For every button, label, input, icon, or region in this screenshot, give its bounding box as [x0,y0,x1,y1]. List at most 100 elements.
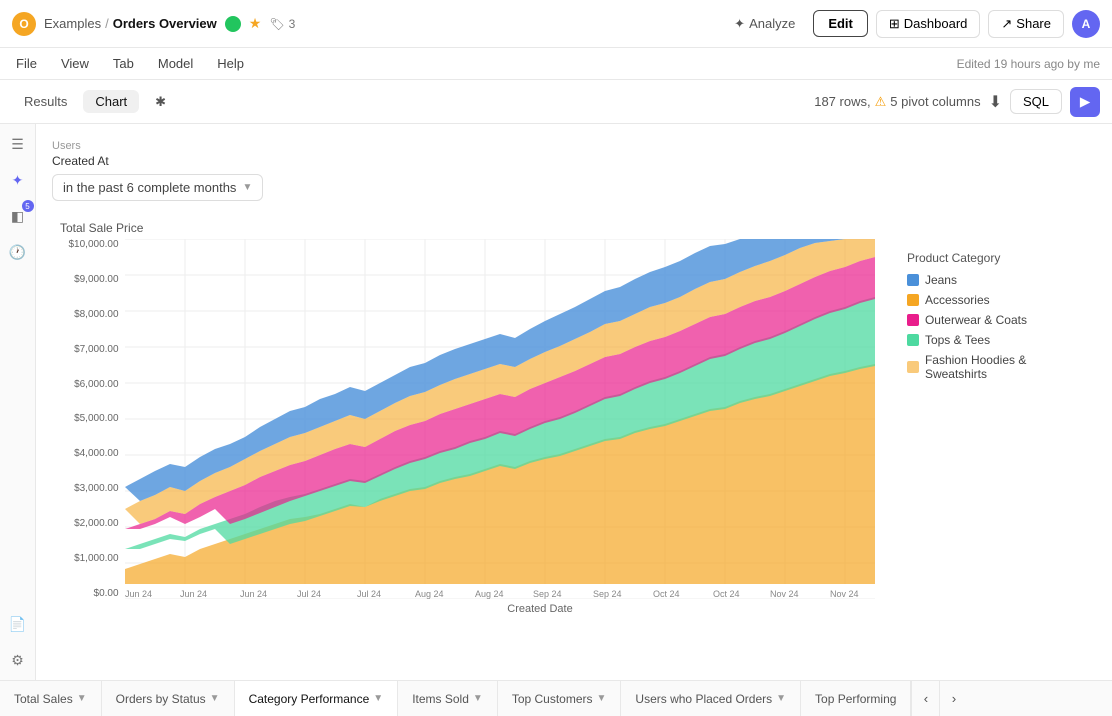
svg-text:Nov 24: Nov 24 [770,589,799,599]
menu-tab[interactable]: Tab [109,54,138,73]
y-tick-7: $7,000.00 [60,344,119,355]
tab-top-customers[interactable]: Top Customers ▼ [498,681,622,716]
chart-x-axis-title: Created Date [130,603,950,615]
chevron-down-icon: ▼ [776,693,786,704]
svg-text:Aug 24: Aug 24 [415,589,444,599]
chevron-down-icon: ▼ [373,693,383,704]
tab-next-button[interactable]: › [939,681,967,716]
svg-text:Jul 24: Jul 24 [357,589,381,599]
dashboard-button[interactable]: ⊞ Dashboard [876,10,981,38]
breadcrumb-parent[interactable]: Examples [44,16,101,31]
explore-tab[interactable]: ✱ [143,90,178,114]
analyze-button[interactable]: ✦ Analyze [724,11,805,37]
tab-top-performing-label: Top Performing [815,692,896,706]
chart-y-axis-title: Total Sale Price [60,221,1088,235]
warning-icon: ⚠ [875,94,887,110]
sql-button[interactable]: SQL [1010,89,1062,114]
menu-file[interactable]: File [12,54,41,73]
sidebar-file-icon[interactable]: 📄 [6,612,30,636]
y-tick-9: $9,000.00 [60,274,119,285]
sparkle-icon: ✦ [734,16,745,32]
legend-color-tops [907,334,919,346]
y-tick-1: $1,000.00 [60,553,119,564]
rows-count: 187 rows, [814,94,870,109]
rows-info: 187 rows, ⚠ 5 pivot columns [814,94,980,110]
tag-icon: 🏷 [269,17,284,31]
tag-count: 3 [289,17,296,31]
y-tick-5: $5,000.00 [60,413,119,424]
menu-help[interactable]: Help [213,54,248,73]
breadcrumb: Examples / Orders Overview [44,16,217,31]
svg-text:Oct 24: Oct 24 [713,589,740,599]
chart-legend: Product Category Jeans Accessories Outer… [895,239,1088,599]
tab-total-sales-label: Total Sales [14,692,73,706]
filter-dropdown[interactable]: in the past 6 complete months ▼ [52,174,263,201]
legend-color-accessories [907,294,919,306]
content-area: Users Created At in the past 6 complete … [36,124,1112,680]
svg-text:Nov 24: Nov 24 [830,589,859,599]
star-icon[interactable]: ★ [249,15,262,32]
main-area: ☰ ✦ ◧ 5 🕐 📄 ⚙ Users Created At in the pa… [0,124,1112,680]
tab-items-sold[interactable]: Items Sold ▼ [398,681,498,716]
run-button[interactable]: ▶ [1070,87,1100,117]
filter-label: Users [52,140,1096,152]
avatar[interactable]: A [1072,10,1100,38]
nav-left: O Examples / Orders Overview ★ 🏷 3 [12,12,295,36]
filter-section: Users Created At in the past 6 complete … [52,140,1096,201]
menu-view[interactable]: View [57,54,93,73]
chevron-down-icon: ▼ [597,693,607,704]
tab-items-sold-label: Items Sold [412,692,469,706]
sidebar-clock-icon[interactable]: 🕐 [6,240,30,264]
sidebar-layers-icon[interactable]: ◧ 5 [6,204,30,228]
tab-orders-by-status[interactable]: Orders by Status ▼ [102,681,235,716]
download-button[interactable]: ⬇ [989,92,1002,112]
share-icon: ↗ [1001,16,1012,32]
legend-title: Product Category [907,251,1076,265]
legend-label-outerwear: Outerwear & Coats [925,313,1027,327]
pivot-info: 5 pivot columns [890,94,980,109]
tab-total-sales[interactable]: Total Sales ▼ [0,681,102,716]
sidebar-panel-icon[interactable]: ☰ [6,132,30,156]
menu-model[interactable]: Model [154,54,197,73]
legend-color-outerwear [907,314,919,326]
y-axis: $10,000.00 $9,000.00 $8,000.00 $7,000.00… [60,239,125,599]
legend-color-hoodies [907,361,919,373]
legend-color-jeans [907,274,919,286]
menu-bar: File View Tab Model Help Edited 19 hours… [0,48,1112,80]
tab-orders-status-label: Orders by Status [116,692,206,706]
left-sidebar: ☰ ✦ ◧ 5 🕐 📄 ⚙ [0,124,36,680]
sidebar-badge-count: 5 [22,200,34,212]
y-tick-0: $0.00 [60,588,119,599]
legend-label-tops: Tops & Tees [925,333,990,347]
chart-tab[interactable]: Chart [83,90,139,113]
chevron-down-icon: ▼ [210,693,220,704]
legend-item-outerwear: Outerwear & Coats [907,313,1076,327]
tab-prev-button[interactable]: ‹ [911,681,939,716]
legend-item-accessories: Accessories [907,293,1076,307]
svg-text:Aug 24: Aug 24 [475,589,504,599]
tab-category-performance[interactable]: Category Performance ▼ [235,681,399,716]
sidebar-fields-icon[interactable]: ✦ [6,168,30,192]
y-tick-4: $4,000.00 [60,448,119,459]
bottom-tabs: Total Sales ▼ Orders by Status ▼ Categor… [0,680,1112,716]
tag-area: 🏷 3 [269,17,295,31]
tab-users-orders-label: Users who Placed Orders [635,692,772,706]
svg-text:Jun 24: Jun 24 [240,589,267,599]
toolbar: Results Chart ✱ 187 rows, ⚠ 5 pivot colu… [0,80,1112,124]
svg-text:Jul 24: Jul 24 [297,589,321,599]
share-button[interactable]: ↗ Share [988,10,1064,38]
chevron-down-icon: ▼ [473,693,483,704]
tab-top-performing[interactable]: Top Performing [801,681,911,716]
filter-value: in the past 6 complete months [63,180,236,195]
svg-text:Jun 24: Jun 24 [125,589,152,599]
breadcrumb-current: Orders Overview [113,16,217,31]
y-tick-8: $8,000.00 [60,309,119,320]
legend-label-hoodies: Fashion Hoodies & Sweatshirts [925,353,1076,381]
tab-category-label: Category Performance [249,692,370,706]
legend-label-accessories: Accessories [925,293,990,307]
y-tick-2: $2,000.00 [60,518,119,529]
results-tab[interactable]: Results [12,90,79,113]
edit-button[interactable]: Edit [813,10,868,37]
tab-users-placed-orders[interactable]: Users who Placed Orders ▼ [621,681,801,716]
sidebar-settings-icon[interactable]: ⚙ [6,648,30,672]
